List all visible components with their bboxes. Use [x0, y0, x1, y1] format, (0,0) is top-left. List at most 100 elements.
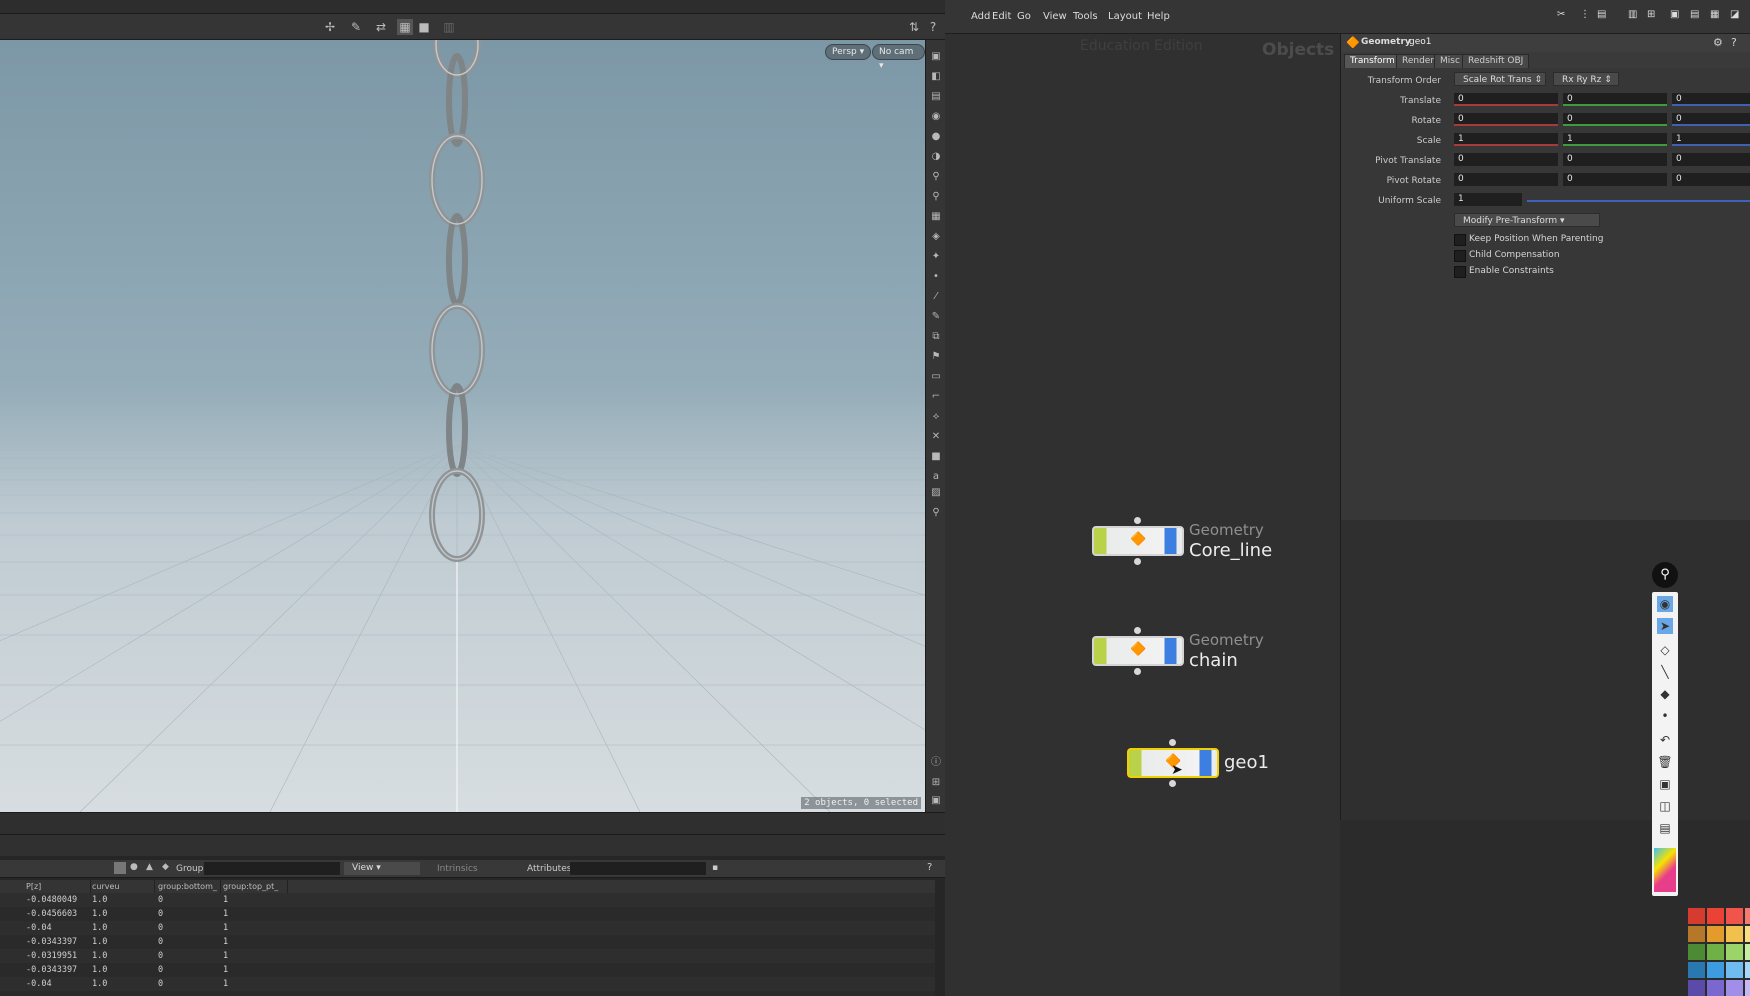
scale-z-field[interactable]: 1: [1672, 133, 1750, 146]
camera-select-button[interactable]: No cam ▾: [872, 44, 925, 71]
table-row[interactable]: -0.0456603 1.0 0 1: [0, 907, 935, 921]
view-dropdown[interactable]: View ▾: [344, 862, 420, 875]
dot-icon[interactable]: •: [1657, 708, 1673, 724]
rotate-order-dropdown[interactable]: Rx Ry Rz ⇕: [1553, 72, 1619, 86]
gear-icon[interactable]: ⚙: [1713, 36, 1723, 49]
vertex-mode-icon[interactable]: ●: [130, 862, 138, 872]
tools-icon[interactable]: ✂: [1557, 9, 1565, 20]
attributes-field[interactable]: [570, 862, 706, 875]
doc-icon[interactable]: ▦: [1710, 9, 1719, 20]
tab-transform[interactable]: Transform: [1344, 54, 1401, 68]
modify-pretransform-button[interactable]: Modify Pre-Transform ▾: [1454, 213, 1600, 227]
node-name-label[interactable]: geo1: [1224, 752, 1269, 773]
tab-redshift-obj[interactable]: Redshift OBJ: [1462, 54, 1530, 68]
column-header[interactable]: P[z]: [26, 880, 91, 893]
table-row[interactable]: -0.04 1.0 0 1: [0, 977, 935, 991]
dot-icon[interactable]: •: [929, 270, 943, 284]
color-swatch[interactable]: [1688, 926, 1705, 942]
pivot-translate-x-field[interactable]: 0: [1454, 153, 1558, 166]
detail-mode-icon[interactable]: ◆: [162, 862, 169, 872]
pen-icon[interactable]: ✎: [929, 310, 943, 324]
3d-viewport[interactable]: Persp ▾ No cam ▾ 2 objects, 0 selected: [0, 40, 925, 812]
help-icon[interactable]: ?: [927, 862, 932, 873]
menu-layout[interactable]: Layout: [1108, 11, 1142, 22]
points-mode-icon[interactable]: [114, 862, 126, 874]
layer-icon[interactable]: ▭: [929, 370, 943, 384]
keep-position-checkbox[interactable]: [1454, 234, 1466, 246]
uniform-scale-slider[interactable]: [1527, 200, 1750, 202]
menu-help[interactable]: Help: [1147, 11, 1170, 22]
color-swatch[interactable]: [1745, 926, 1750, 942]
column-header[interactable]: curveu: [92, 880, 155, 893]
playbar[interactable]: [0, 834, 945, 856]
pivot-translate-y-field[interactable]: 0: [1563, 153, 1667, 166]
camera-persp-button[interactable]: Persp ▾: [825, 44, 872, 60]
info-icon[interactable]: ⓘ: [929, 756, 943, 770]
color-swatch[interactable]: [1688, 962, 1705, 978]
bracket-icon[interactable]: ⌐: [929, 390, 943, 404]
transform-order-dropdown[interactable]: Scale Rot Trans ⇕: [1454, 72, 1546, 86]
grid-toggle-icon[interactable]: ▦: [397, 19, 413, 35]
snap-grid-icon[interactable]: ▦: [929, 210, 943, 224]
column-header[interactable]: group:top_pt_: [223, 880, 288, 893]
table-row[interactable]: -0.04 1.0 0 1: [0, 921, 935, 935]
uniform-scale-field[interactable]: 1: [1454, 193, 1522, 206]
color-swatch[interactable]: [1726, 944, 1743, 960]
palette-icon[interactable]: ◪: [1730, 9, 1739, 20]
intrinsics-toggle[interactable]: Intrinsics: [437, 864, 478, 874]
eraser-icon[interactable]: ◆: [1657, 686, 1673, 702]
prim-mode-icon[interactable]: ▲: [146, 862, 153, 872]
color-swatch[interactable]: [1745, 980, 1750, 996]
eye-icon[interactable]: ◉: [1657, 596, 1673, 612]
menu-go[interactable]: Go: [1017, 11, 1031, 22]
brush-icon[interactable]: ⁄: [929, 290, 943, 304]
tag-icon[interactable]: ◇: [1657, 642, 1673, 658]
pin-icon[interactable]: ⚲: [929, 170, 943, 184]
menu-add[interactable]: Add: [971, 11, 990, 22]
network-editor[interactable]: Education Edition Objects 🔶 Geometry Cor…: [945, 34, 1340, 996]
text-icon[interactable]: a: [929, 470, 943, 484]
paint-icon[interactable]: ✦: [929, 250, 943, 264]
column-header[interactable]: group:bottom_: [158, 880, 221, 893]
rotate-z-field[interactable]: 0: [1672, 113, 1750, 126]
color-swatch[interactable]: [1745, 962, 1750, 978]
tree-icon[interactable]: ⋮: [1580, 9, 1590, 20]
marker-icon[interactable]: ⚲: [929, 506, 943, 520]
notes-icon[interactable]: ▤: [1690, 9, 1699, 20]
handle-icon[interactable]: ✕: [929, 430, 943, 444]
color-chip-icon[interactable]: [1654, 848, 1676, 892]
color-swatch[interactable]: [1707, 908, 1724, 924]
color-swatch[interactable]: [1726, 926, 1743, 942]
output-connector[interactable]: [1134, 668, 1141, 675]
lower-network-area[interactable]: [1340, 520, 1750, 820]
light-icon[interactable]: ◉: [929, 110, 943, 124]
camera-icon[interactable]: ◧: [929, 70, 943, 84]
color-swatch[interactable]: [1707, 926, 1724, 942]
joint-icon[interactable]: ⟡: [929, 410, 943, 424]
magnet-icon[interactable]: ◈: [929, 230, 943, 244]
color-swatch[interactable]: [1707, 944, 1724, 960]
pivot-rotate-z-field[interactable]: 0: [1672, 173, 1750, 186]
translate-y-field[interactable]: 0: [1563, 93, 1667, 106]
layout-icon[interactable]: ▣: [1670, 9, 1679, 20]
scale-y-field[interactable]: 1: [1563, 133, 1667, 146]
pin2-icon[interactable]: ⚲: [929, 190, 943, 204]
shading-icon[interactable]: ◑: [929, 150, 943, 164]
image-icon[interactable]: ▨: [929, 486, 943, 500]
color-swatch[interactable]: [1726, 962, 1743, 978]
group-field[interactable]: [204, 862, 340, 875]
input-connector[interactable]: [1134, 517, 1141, 524]
child-compensation-checkbox[interactable]: [1454, 250, 1466, 262]
node-name-label[interactable]: chain: [1189, 650, 1238, 671]
orient-icon[interactable]: ⇄: [373, 19, 389, 35]
scale-x-field[interactable]: 1: [1454, 133, 1558, 146]
rotate-x-field[interactable]: 0: [1454, 113, 1558, 126]
node-name-label[interactable]: Core_line: [1189, 540, 1272, 561]
sphere-icon[interactable]: ●: [929, 130, 943, 144]
help-icon[interactable]: ?: [925, 19, 941, 35]
location-pin-icon[interactable]: ⚲: [1652, 562, 1678, 588]
output-connector[interactable]: [1134, 558, 1141, 565]
box-icon[interactable]: ■: [929, 450, 943, 464]
quad-view-icon[interactable]: ⊞: [929, 776, 943, 790]
color-swatch[interactable]: [1707, 962, 1724, 978]
